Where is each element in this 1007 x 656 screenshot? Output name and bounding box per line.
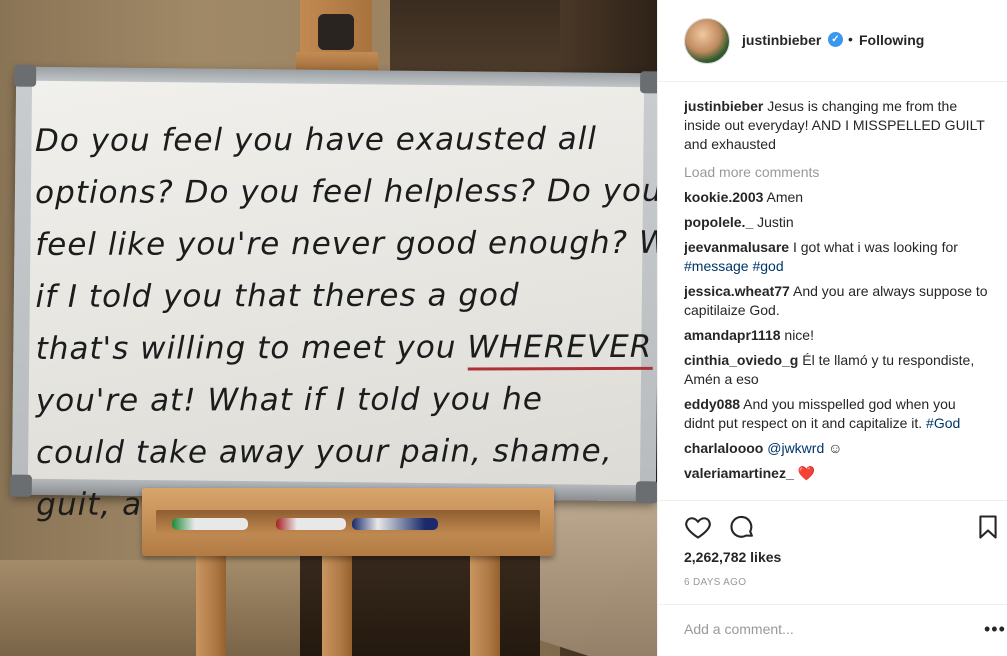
post-date[interactable]: 6 DAYS AGO <box>684 577 746 588</box>
board-corner <box>635 481 657 504</box>
post-side-panel: justinbieber ✓ • Following justinbieber … <box>657 0 1007 656</box>
board-line: if I told you that theres a god <box>35 277 520 315</box>
comment-username[interactable]: kookie.2003 <box>684 189 763 205</box>
easel-knob <box>318 14 354 50</box>
following-button[interactable]: Following <box>859 32 924 48</box>
post-photo[interactable]: Do you feel you have exausted all option… <box>0 0 657 656</box>
verified-badge-icon: ✓ <box>828 32 843 47</box>
bookmark-icon[interactable] <box>974 513 1002 541</box>
comment-text: Amen <box>766 189 804 205</box>
hashtag-link[interactable]: #God <box>926 415 960 431</box>
smile-emoji-icon: ☺ <box>828 440 843 456</box>
comment-username[interactable]: jessica.wheat77 <box>684 283 790 299</box>
load-more-comments-button[interactable]: Load more comments <box>684 164 988 180</box>
comment-item: eddy088 And you misspelled god when you … <box>684 395 988 433</box>
avatar[interactable] <box>684 18 730 64</box>
easel-leg-right <box>470 540 500 656</box>
comment-text: I got what i was looking for <box>792 239 958 255</box>
caption: justinbieber Jesus is changing me from t… <box>684 97 988 154</box>
likes-count[interactable]: 2,262,782 likes <box>684 549 781 565</box>
comment-item: charlaloooo @jwkwrd ☺ <box>684 439 988 458</box>
comment-item: popolele._ Justin <box>684 213 988 232</box>
add-comment-bar: ••• <box>658 604 1007 656</box>
easel-leg-center <box>322 540 352 656</box>
green-marker <box>172 518 248 530</box>
board-line: Do you feel you have exausted all <box>34 121 597 159</box>
comment-text: ❤️ <box>797 465 816 481</box>
handwritten-message: Do you feel you have exausted all option… <box>34 113 657 531</box>
underlined-word: WHEREVER <box>467 328 653 371</box>
blue-marker <box>352 518 438 530</box>
comment-username[interactable]: jeevanmalusare <box>684 239 789 255</box>
floor <box>0 560 300 656</box>
comment-icon[interactable] <box>728 513 756 541</box>
board-line: you're at! What if I told you he <box>35 381 544 419</box>
red-marker <box>276 518 346 530</box>
easel-tray <box>142 488 554 556</box>
board-corner <box>9 474 32 497</box>
board-line: feel like you're never good enough? What <box>35 224 657 263</box>
easel-leg-left <box>196 540 226 656</box>
comment-text: Justin <box>757 214 794 230</box>
post-actions: 2,262,782 likes 6 DAYS AGO <box>658 500 1007 612</box>
comment-item: kookie.2003 Amen <box>684 188 988 207</box>
hashtag-link[interactable]: #message #god <box>684 258 784 274</box>
post-header: justinbieber ✓ • Following <box>658 0 1007 82</box>
mention-link[interactable]: @jwkwrd <box>767 440 824 456</box>
comment-username[interactable]: amandapr1118 <box>684 327 781 343</box>
separator-dot: • <box>848 31 853 47</box>
comment-item: cinthia_oviedo_g Él te llamó y tu respon… <box>684 351 988 389</box>
comment-item: valeriamartinez_ ❤️ <box>684 464 988 483</box>
board-corner <box>640 71 657 94</box>
comment-item: jeevanmalusare I got what i was looking … <box>684 238 988 276</box>
comment-text: nice! <box>784 327 814 343</box>
comment-item: jessica.wheat77 And you are always suppo… <box>684 282 988 320</box>
board-line: options? Do you feel helpless? Do you <box>35 172 657 211</box>
comment-username[interactable]: cinthia_oviedo_g <box>684 352 798 368</box>
comments-list[interactable]: justinbieber Jesus is changing me from t… <box>684 97 988 500</box>
comment-item: amandapr1118 nice! <box>684 326 988 345</box>
header-username[interactable]: justinbieber <box>742 32 821 48</box>
comment-username[interactable]: popolele._ <box>684 214 753 230</box>
caption-username[interactable]: justinbieber <box>684 98 763 114</box>
comment-username[interactable]: eddy088 <box>684 396 740 412</box>
comment-username[interactable]: charlaloooo <box>684 440 763 456</box>
whiteboard: Do you feel you have exausted all option… <box>9 64 657 523</box>
heart-icon[interactable] <box>684 513 712 541</box>
add-comment-input[interactable] <box>684 621 944 637</box>
board-corner <box>14 64 37 87</box>
board-line: that's willing to meet you WHEREVER <box>36 321 653 375</box>
comment-username[interactable]: valeriamartinez_ <box>684 465 794 481</box>
board-line: could take away your pain, shame, <box>35 432 613 471</box>
more-options-icon[interactable]: ••• <box>984 619 1006 640</box>
